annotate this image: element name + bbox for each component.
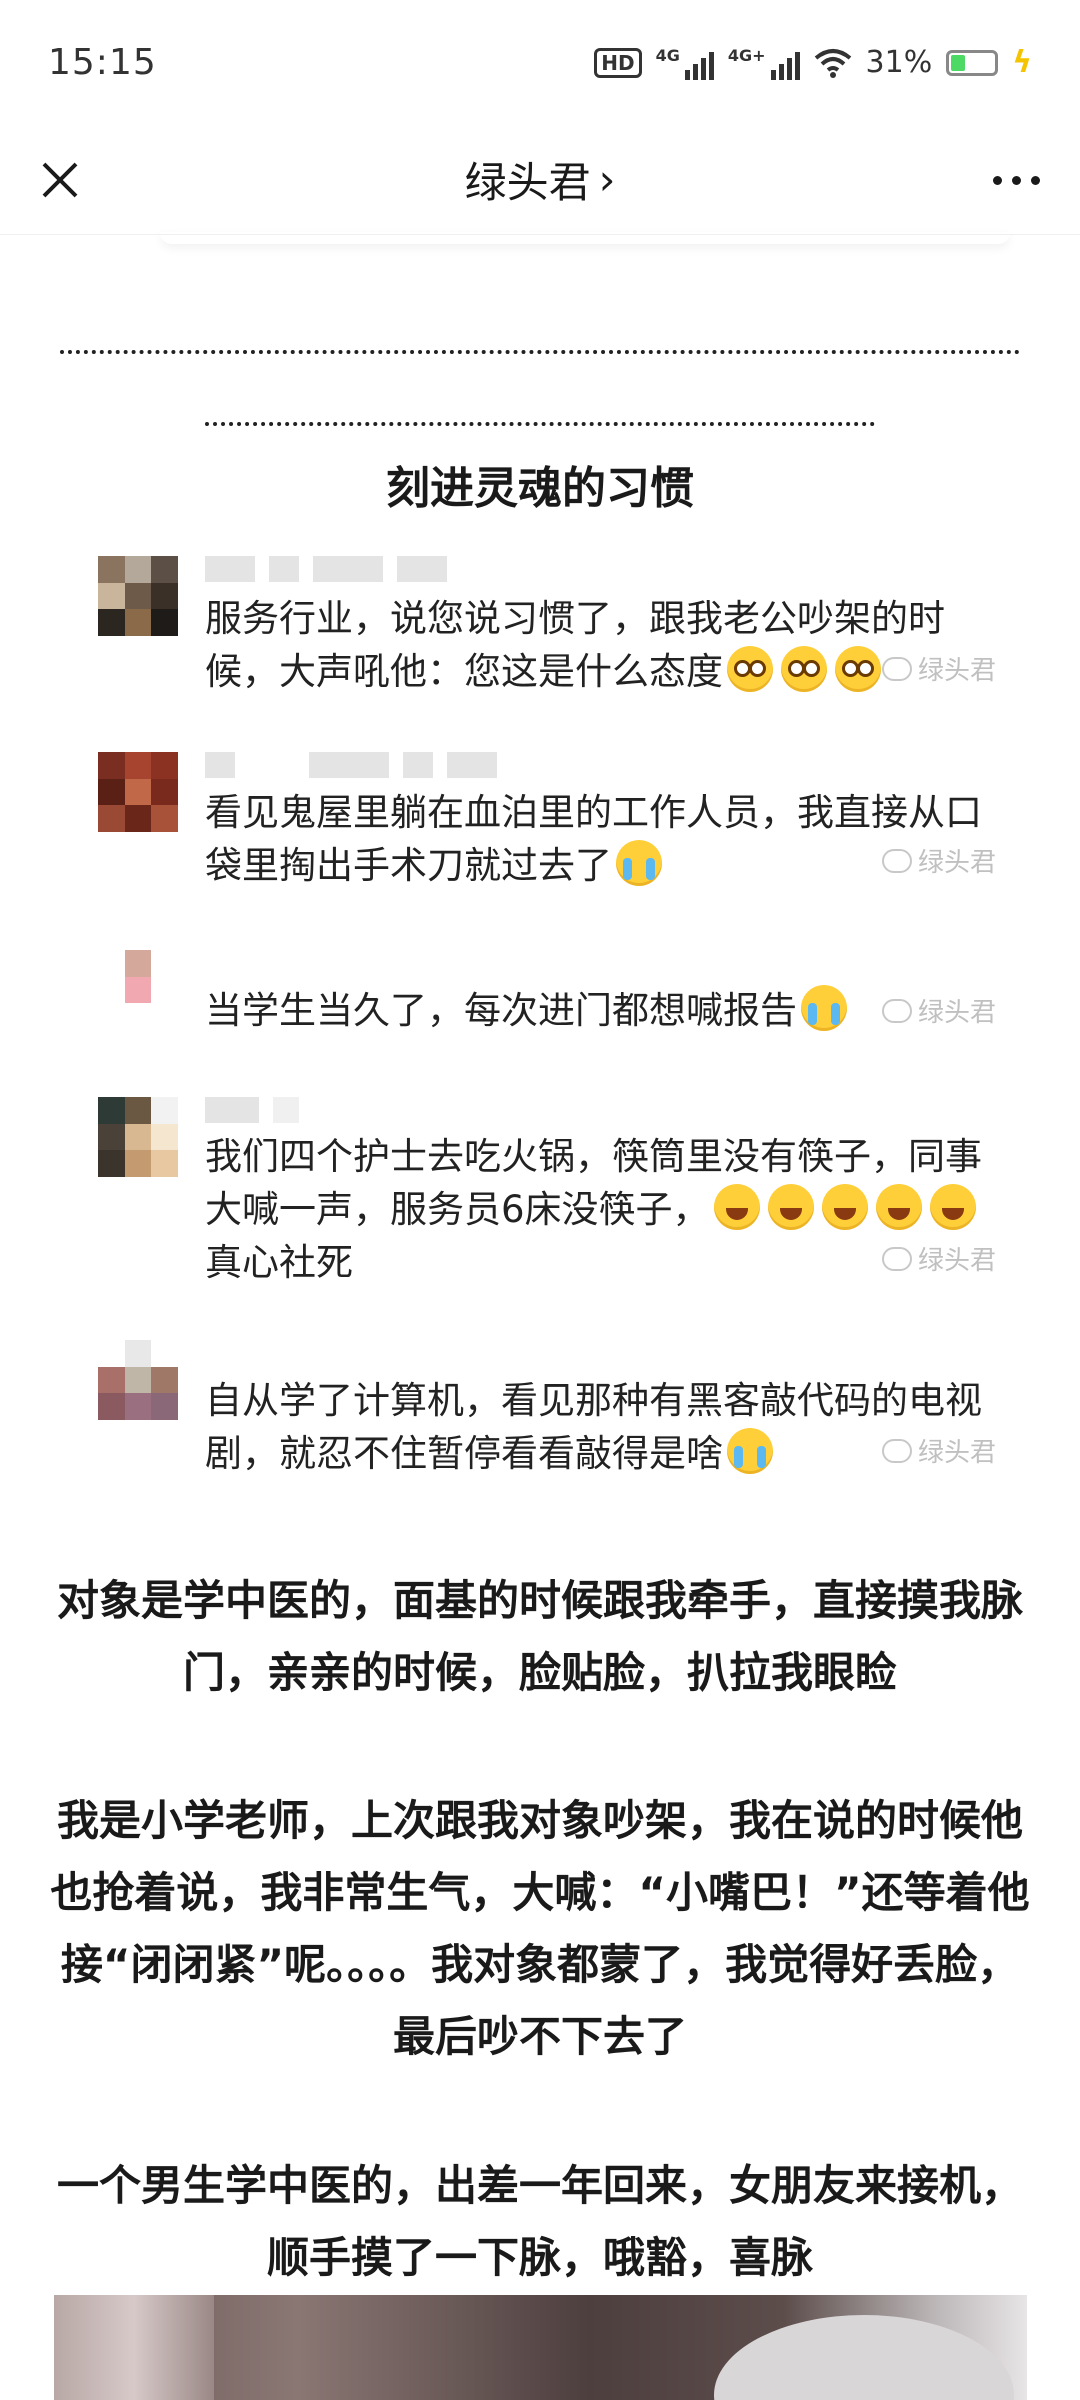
network-label-2: 4G+ — [727, 45, 766, 65]
crying-emoji-icon — [616, 840, 662, 886]
close-icon[interactable] — [32, 152, 88, 208]
signal-icon-2: 4G+ — [728, 46, 800, 80]
watermark-text: 绿头君 — [917, 998, 996, 1028]
laughing-emoji-icon — [713, 1184, 760, 1230]
laughing-emoji-icon — [875, 1184, 922, 1230]
signal-icon: 4G — [656, 46, 714, 80]
account-title[interactable]: 绿头君 › — [465, 149, 616, 210]
watermark: 绿头君 — [881, 1432, 996, 1469]
dotted-divider — [60, 350, 1020, 354]
watermark: 绿头君 — [881, 992, 996, 1029]
crying-emoji-icon — [727, 1428, 773, 1474]
wechat-watermark-icon — [881, 998, 912, 1023]
status-icons: HD 4G 4G+ 31% ϟ — [594, 45, 1032, 80]
paragraph-3: 一个男生学中医的，出差一年回来，女朋友来接机，顺手摸了一下脉，哦豁，喜脉 — [56, 2161, 1023, 2282]
more-icon[interactable] — [984, 152, 1048, 208]
wechat-watermark-icon — [881, 848, 912, 873]
username-blurred — [205, 752, 497, 778]
article-page: 15:15 HD 4G 4G+ 31% ϟ 绿头君 › 刻进灵魂的习惯 服务行业… — [0, 0, 1080, 2400]
comment-body: 当学生当久了，每次进门都想喊报告 — [205, 989, 797, 1032]
flushed-emoji-icon — [781, 646, 827, 692]
battery-icon — [946, 49, 999, 76]
watermark: 绿头君 — [881, 650, 996, 687]
flushed-emoji-icon — [727, 646, 773, 692]
chevron-right-icon: › — [598, 155, 616, 204]
watermark: 绿头君 — [881, 1240, 996, 1277]
username-blurred — [205, 1097, 299, 1123]
username-blurred — [205, 556, 447, 582]
flushed-emoji-icon — [835, 646, 881, 692]
comment-body: 看见鬼屋里躺在血泊里的工作人员，我直接从口袋里掏出手术刀就过去了 — [205, 791, 982, 887]
battery-percent: 31% — [865, 45, 933, 80]
avatar — [98, 1340, 178, 1420]
watermark-text: 绿头君 — [917, 1246, 996, 1276]
watermark-text: 绿头君 — [917, 848, 996, 878]
wifi-icon — [814, 48, 851, 78]
avatar — [98, 556, 178, 636]
wechat-watermark-icon — [881, 1246, 912, 1271]
paragraph-1: 对象是学中医的，面基的时候跟我牵手，直接摸我脉门，亲亲的时候，脸贴脸，扒拉我眼睑 — [56, 1576, 1023, 1697]
avatar — [98, 1097, 178, 1177]
section-title: 刻进灵魂的习惯 — [386, 463, 694, 514]
card-edge — [160, 232, 1010, 244]
comment-body: 服务行业，说您说习惯了，跟我老公吵架的时候，大声吼他：您这是什么态度 — [205, 597, 945, 693]
laughing-emoji-icon — [767, 1184, 814, 1230]
dotted-divider-short — [205, 422, 875, 426]
status-time: 15:15 — [48, 42, 157, 83]
laughing-emoji-icon — [929, 1184, 976, 1230]
crying-emoji-icon — [801, 985, 847, 1031]
wechat-watermark-icon — [881, 1438, 912, 1463]
wechat-watermark-icon — [881, 656, 912, 681]
article-image[interactable] — [54, 2295, 1027, 2400]
watermark-text: 绿头君 — [917, 656, 996, 686]
avatar — [98, 950, 178, 1030]
laughing-emoji-icon — [821, 1184, 868, 1230]
watermark-text: 绿头君 — [917, 1438, 996, 1468]
watermark: 绿头君 — [881, 842, 996, 879]
charging-icon: ϟ — [1012, 45, 1032, 80]
avatar — [98, 752, 178, 832]
network-label-1: 4G — [655, 45, 680, 65]
status-bar: 15:15 HD 4G 4G+ 31% ϟ — [0, 0, 1080, 125]
hd-icon: HD — [594, 47, 642, 78]
comment-body: 自从学了计算机，看见那种有黑客敲代码的电视剧，就忍不住暂停看看敲得是啥 — [205, 1379, 982, 1475]
comment-body-end: 真心社死 — [205, 1241, 353, 1284]
account-name: 绿头君 — [464, 158, 591, 207]
nav-bar: 绿头君 › — [0, 125, 1080, 235]
paragraph-2: 我是小学老师，上次跟我对象吵架，我在说的时候他也抢着说，我非常生气，大喊：“小嘴… — [50, 1796, 1030, 2061]
